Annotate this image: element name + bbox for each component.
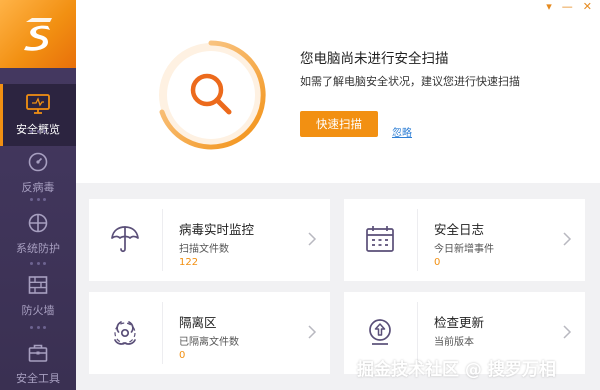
sidebar-item-antivirus[interactable]: 反病毒 bbox=[0, 142, 76, 204]
sidebar-item-security-tools[interactable]: 安全工具 bbox=[0, 333, 76, 390]
crosshair-icon bbox=[28, 213, 48, 233]
close-icon[interactable]: ✕ bbox=[583, 0, 592, 14]
sidebar-item-overview[interactable]: 安全概览 bbox=[0, 84, 76, 146]
nav-separator bbox=[30, 198, 46, 202]
sidebar-item-label: 防火墙 bbox=[21, 304, 55, 317]
scan-search-icon bbox=[159, 40, 266, 150]
card-value: 0 bbox=[434, 257, 441, 268]
sidebar-item-label: 安全概览 bbox=[16, 121, 60, 137]
card-security-log[interactable]: 安全日志 今日新增事件 0 bbox=[344, 199, 585, 281]
sidebar-item-label: 系统防护 bbox=[16, 242, 60, 255]
sidebar: 安全概览 反病毒 系统防护 防火墙 安全工具 bbox=[0, 0, 76, 390]
menu-dropdown-icon[interactable]: ▾ bbox=[546, 0, 552, 14]
chevron-right-icon bbox=[308, 232, 317, 246]
sidebar-item-firewall[interactable]: 防火墙 bbox=[0, 265, 76, 327]
toolbox-icon bbox=[28, 344, 48, 362]
nav-separator bbox=[30, 326, 46, 330]
scan-status-title: 您电脑尚未进行安全扫描 bbox=[300, 51, 449, 67]
update-icon bbox=[369, 319, 391, 345]
sidebar-item-system-protection[interactable]: 系统防护 bbox=[0, 203, 76, 265]
watermark: 掘金技术社区 @ 搜罗万相 bbox=[357, 360, 556, 380]
gauge-icon bbox=[28, 152, 48, 172]
card-divider bbox=[162, 302, 163, 364]
card-subtitle: 扫描文件数 bbox=[179, 244, 229, 255]
minimize-icon[interactable]: — bbox=[562, 0, 573, 14]
card-value: 122 bbox=[179, 257, 199, 268]
card-value: 0 bbox=[179, 350, 186, 361]
card-divider bbox=[417, 209, 418, 271]
card-subtitle: 已隔离文件数 bbox=[179, 337, 239, 348]
umbrella-icon bbox=[111, 226, 139, 253]
firewall-icon bbox=[28, 276, 48, 294]
card-quarantine[interactable]: 隔离区 已隔离文件数 0 bbox=[89, 292, 330, 374]
sidebar-item-label: 安全工具 bbox=[16, 372, 60, 385]
chevron-right-icon bbox=[563, 325, 572, 339]
card-subtitle: 当前版本 bbox=[434, 337, 474, 348]
sidebar-item-label: 反病毒 bbox=[21, 181, 55, 194]
ignore-link[interactable]: 忽略 bbox=[392, 124, 412, 139]
chevron-right-icon bbox=[308, 325, 317, 339]
monitor-icon bbox=[26, 94, 50, 114]
card-title: 检查更新 bbox=[434, 315, 485, 330]
card-title: 病毒实时监控 bbox=[179, 222, 255, 237]
card-title: 隔离区 bbox=[179, 315, 217, 330]
scan-status-description: 如需了解电脑安全状况，建议您进行快速扫描 bbox=[300, 75, 520, 88]
logo-icon bbox=[24, 18, 52, 51]
window-controls: ▾ — ✕ bbox=[546, 0, 592, 14]
app-logo bbox=[0, 0, 76, 68]
nav-separator bbox=[30, 130, 46, 134]
card-title: 安全日志 bbox=[434, 222, 485, 237]
quick-scan-button[interactable]: 快速扫描 bbox=[300, 111, 378, 137]
card-realtime-monitor[interactable]: 病毒实时监控 扫描文件数 122 bbox=[89, 199, 330, 281]
chevron-right-icon bbox=[563, 232, 572, 246]
calendar-icon bbox=[366, 226, 394, 252]
card-subtitle: 今日新增事件 bbox=[434, 244, 494, 255]
biohazard-icon bbox=[114, 321, 136, 345]
card-divider bbox=[162, 209, 163, 271]
